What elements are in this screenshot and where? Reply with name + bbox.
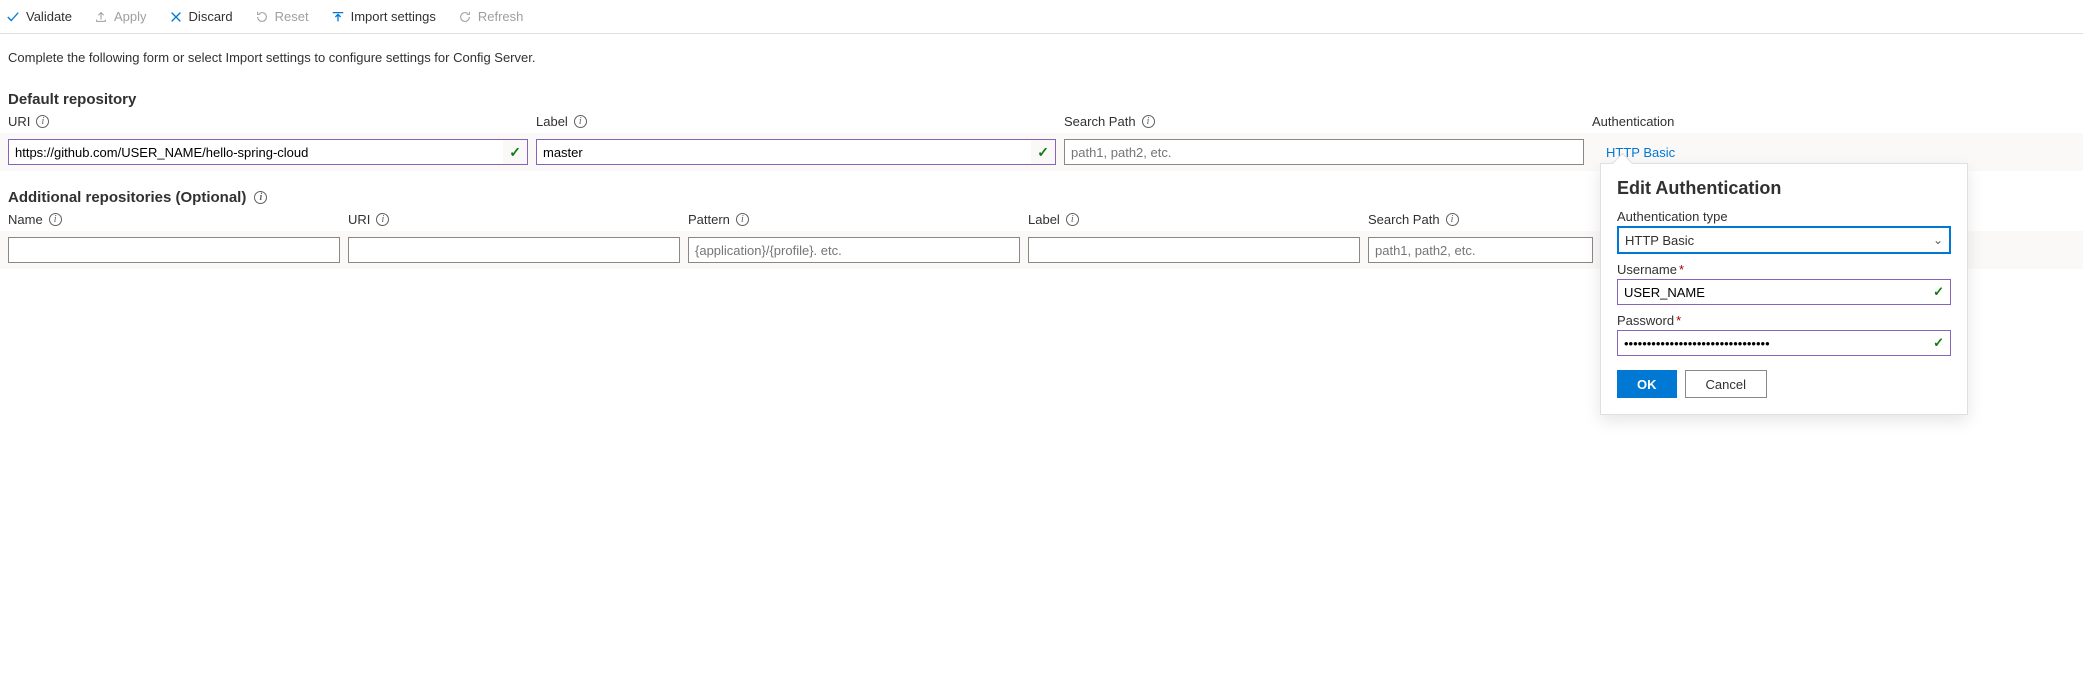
add-searchpath-input[interactable] bbox=[1368, 237, 1593, 263]
add-label-input[interactable] bbox=[1028, 237, 1360, 263]
refresh-button: Refresh bbox=[454, 6, 528, 27]
username-input[interactable] bbox=[1624, 285, 1933, 300]
apply-label: Apply bbox=[114, 9, 147, 24]
default-repo-heading: Default repository bbox=[0, 81, 2083, 114]
username-field-wrap: ✓ bbox=[1617, 279, 1951, 305]
auth-header-label: Authentication bbox=[1592, 114, 1674, 129]
required-asterisk: * bbox=[1679, 262, 1684, 277]
info-icon[interactable]: i bbox=[49, 213, 62, 226]
searchpath-header-label: Search Path bbox=[1064, 114, 1136, 129]
refresh-label: Refresh bbox=[478, 9, 524, 24]
info-icon[interactable]: i bbox=[376, 213, 389, 226]
name-header-label: Name bbox=[8, 212, 43, 227]
validate-button[interactable]: Validate bbox=[2, 6, 76, 27]
label-input[interactable] bbox=[537, 140, 1031, 164]
username-label: Username* bbox=[1617, 262, 1951, 277]
discard-button[interactable]: Discard bbox=[165, 6, 237, 27]
import-label: Import settings bbox=[351, 9, 436, 24]
additional-heading-label: Additional repositories (Optional) bbox=[8, 189, 246, 206]
upload-icon bbox=[94, 10, 108, 24]
check-icon: ✓ bbox=[1933, 284, 1944, 300]
reset-label: Reset bbox=[275, 9, 309, 24]
username-label-text: Username bbox=[1617, 262, 1677, 277]
refresh-icon bbox=[458, 10, 472, 24]
pattern-header-label: Pattern bbox=[688, 212, 730, 227]
cancel-button[interactable]: Cancel bbox=[1685, 370, 1767, 398]
info-icon[interactable]: i bbox=[1066, 213, 1079, 226]
chevron-down-icon: ⌄ bbox=[1933, 233, 1943, 247]
label-field-wrap: ✓ bbox=[536, 139, 1056, 165]
reset-icon bbox=[255, 10, 269, 24]
popover-buttons: OK Cancel bbox=[1617, 370, 1951, 398]
auth-type-label: Authentication type bbox=[1617, 209, 1951, 224]
info-icon[interactable]: i bbox=[736, 213, 749, 226]
auth-type-value: HTTP Basic bbox=[1625, 233, 1694, 248]
info-icon[interactable]: i bbox=[254, 191, 267, 204]
searchpath-input[interactable] bbox=[1064, 139, 1584, 165]
check-icon bbox=[6, 10, 20, 24]
info-icon[interactable]: i bbox=[1446, 213, 1459, 226]
uri-field-wrap: ✓ bbox=[8, 139, 528, 165]
info-icon[interactable]: i bbox=[1142, 115, 1155, 128]
popover-title: Edit Authentication bbox=[1617, 178, 1951, 199]
add-uri-input[interactable] bbox=[348, 237, 680, 263]
default-repo-headers: URI i Label i Search Path i Authenticati… bbox=[0, 114, 2083, 133]
x-icon bbox=[169, 10, 183, 24]
edit-auth-popover: Edit Authentication Authentication type … bbox=[1600, 163, 1968, 415]
uri-header-label: URI bbox=[348, 212, 370, 227]
check-icon: ✓ bbox=[1933, 335, 1944, 351]
validate-label: Validate bbox=[26, 9, 72, 24]
password-field-wrap: ✓ bbox=[1617, 330, 1951, 356]
info-icon[interactable]: i bbox=[36, 115, 49, 128]
import-button[interactable]: Import settings bbox=[327, 6, 440, 27]
name-input[interactable] bbox=[8, 237, 340, 263]
uri-header-label: URI bbox=[8, 114, 30, 129]
password-label: Password* bbox=[1617, 313, 1951, 328]
password-input[interactable] bbox=[1624, 336, 1933, 351]
searchpath-header-label: Search Path bbox=[1368, 212, 1440, 227]
helper-text: Complete the following form or select Im… bbox=[0, 34, 2083, 81]
check-icon: ✓ bbox=[1031, 144, 1055, 161]
password-label-text: Password bbox=[1617, 313, 1674, 328]
ok-button[interactable]: OK bbox=[1617, 370, 1677, 398]
apply-button: Apply bbox=[90, 6, 151, 27]
toolbar: Validate Apply Discard Reset Import sett… bbox=[0, 0, 2083, 34]
discard-label: Discard bbox=[189, 9, 233, 24]
auth-type-select[interactable]: HTTP Basic ⌄ bbox=[1617, 226, 1951, 254]
reset-button: Reset bbox=[251, 6, 313, 27]
pattern-input[interactable] bbox=[688, 237, 1020, 263]
uri-input[interactable] bbox=[9, 140, 503, 164]
label-header-label: Label bbox=[1028, 212, 1060, 227]
required-asterisk: * bbox=[1676, 313, 1681, 328]
check-icon: ✓ bbox=[503, 144, 527, 161]
info-icon[interactable]: i bbox=[574, 115, 587, 128]
import-icon bbox=[331, 10, 345, 24]
label-header-label: Label bbox=[536, 114, 568, 129]
